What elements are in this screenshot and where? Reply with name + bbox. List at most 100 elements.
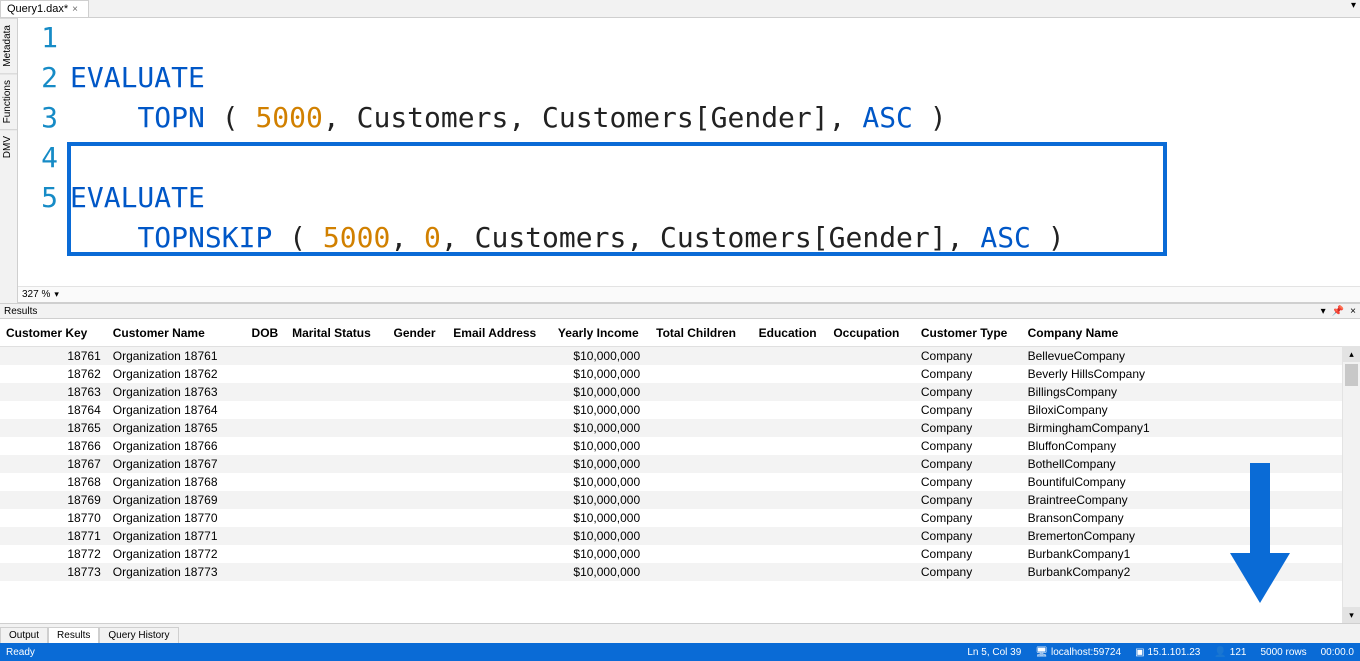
panel-dropdown-icon[interactable]: ▾ — [1321, 306, 1326, 317]
close-icon[interactable]: × — [72, 4, 78, 15]
sidetab-dmv[interactable]: DMV — [0, 129, 17, 164]
col-education[interactable]: Education — [753, 320, 828, 347]
number: 5000 — [323, 221, 390, 254]
file-tab[interactable]: Query1.dax* × — [0, 0, 89, 17]
cell-marital-status — [286, 509, 387, 527]
cell-total-children — [650, 563, 752, 581]
tab-output[interactable]: Output — [0, 627, 48, 643]
table-row[interactable]: 18770Organization 18770$10,000,000Compan… — [0, 509, 1342, 527]
vertical-scrollbar[interactable]: ▴ ▾ — [1342, 346, 1360, 623]
cell-customer-key: 18762 — [0, 365, 107, 383]
cell-total-children — [650, 437, 752, 455]
cell-gender — [388, 437, 448, 455]
status-time: 00:00.0 — [1321, 647, 1354, 658]
cell-company-name: Beverly HillsCompany — [1022, 365, 1342, 383]
scroll-down-icon[interactable]: ▾ — [1343, 607, 1360, 623]
table-row[interactable]: 18769Organization 18769$10,000,000Compan… — [0, 491, 1342, 509]
column-ref: Customers[Gender] — [542, 101, 829, 134]
cell-email — [447, 473, 552, 491]
panel-close-icon[interactable]: × — [1350, 306, 1356, 317]
cell-customer-key: 18761 — [0, 347, 107, 366]
table-row[interactable]: 18773Organization 18773$10,000,000Compan… — [0, 563, 1342, 581]
table-row[interactable]: 18763Organization 18763$10,000,000Compan… — [0, 383, 1342, 401]
code-area[interactable]: EVALUATE TOPN ( 5000, Customers, Custome… — [66, 18, 1360, 286]
cell-gender — [388, 509, 448, 527]
cell-occupation — [827, 491, 915, 509]
table-row[interactable]: 18765Organization 18765$10,000,000Compan… — [0, 419, 1342, 437]
cell-gender — [388, 401, 448, 419]
cell-education — [753, 545, 828, 563]
col-total-children[interactable]: Total Children — [650, 320, 752, 347]
table-ref: Customers — [475, 221, 627, 254]
file-tab-label: Query1.dax* — [7, 3, 68, 15]
col-marital-status[interactable]: Marital Status — [286, 320, 387, 347]
cell-email — [447, 491, 552, 509]
col-email[interactable]: Email Address — [447, 320, 552, 347]
tab-query-history[interactable]: Query History — [99, 627, 178, 643]
cell-marital-status — [286, 419, 387, 437]
tab-results[interactable]: Results — [48, 627, 99, 643]
table-row[interactable]: 18761Organization 18761$10,000,000Compan… — [0, 347, 1342, 366]
col-customer-type[interactable]: Customer Type — [915, 320, 1022, 347]
cell-marital-status — [286, 401, 387, 419]
cell-customer-type: Company — [915, 401, 1022, 419]
cell-yearly-income: $10,000,000 — [552, 473, 650, 491]
cell-education — [753, 527, 828, 545]
cell-email — [447, 347, 552, 366]
col-occupation[interactable]: Occupation — [827, 320, 915, 347]
scrollbar-thumb[interactable] — [1345, 364, 1358, 386]
table-row[interactable]: 18762Organization 18762$10,000,000Compan… — [0, 365, 1342, 383]
cell-total-children — [650, 347, 752, 366]
cell-yearly-income: $10,000,000 — [552, 509, 650, 527]
sidetab-metadata[interactable]: Metadata — [0, 18, 17, 73]
cell-company-name: BurbankCompany2 — [1022, 563, 1342, 581]
table-row[interactable]: 18764Organization 18764$10,000,000Compan… — [0, 401, 1342, 419]
zoom-level[interactable]: 327 % — [22, 289, 50, 300]
sidetab-functions[interactable]: Functions — [0, 73, 17, 129]
cell-yearly-income: $10,000,000 — [552, 455, 650, 473]
table-row[interactable]: 18767Organization 18767$10,000,000Compan… — [0, 455, 1342, 473]
table-row[interactable]: 18771Organization 18771$10,000,000Compan… — [0, 527, 1342, 545]
col-company-name[interactable]: Company Name — [1022, 320, 1342, 347]
col-customer-name[interactable]: Customer Name — [107, 320, 246, 347]
col-gender[interactable]: Gender — [388, 320, 448, 347]
table-row[interactable]: 18768Organization 18768$10,000,000Compan… — [0, 473, 1342, 491]
cell-yearly-income: $10,000,000 — [552, 437, 650, 455]
status-version: 15.1.101.23 — [1148, 647, 1201, 658]
cell-yearly-income: $10,000,000 — [552, 545, 650, 563]
cell-occupation — [827, 473, 915, 491]
cell-company-name: BiloxiCompany — [1022, 401, 1342, 419]
table-row[interactable]: 18766Organization 18766$10,000,000Compan… — [0, 437, 1342, 455]
cell-customer-type: Company — [915, 347, 1022, 366]
code-editor[interactable]: 1 2 3 4 5 EVALUATE TOPN ( 5000, Customer… — [18, 18, 1360, 286]
cell-yearly-income: $10,000,000 — [552, 563, 650, 581]
cell-company-name: BillingsCompany — [1022, 383, 1342, 401]
cell-occupation — [827, 419, 915, 437]
cell-dob — [246, 491, 287, 509]
cell-customer-type: Company — [915, 491, 1022, 509]
cell-total-children — [650, 383, 752, 401]
cell-marital-status — [286, 455, 387, 473]
cell-company-name: BransonCompany — [1022, 509, 1342, 527]
scroll-up-icon[interactable]: ▴ — [1343, 346, 1360, 362]
line-gutter: 1 2 3 4 5 — [18, 18, 66, 286]
cell-customer-type: Company — [915, 563, 1022, 581]
cell-customer-name: Organization 18763 — [107, 383, 246, 401]
col-dob[interactable]: DOB — [246, 320, 287, 347]
cell-yearly-income: $10,000,000 — [552, 491, 650, 509]
status-server: localhost:59724 — [1051, 647, 1121, 658]
tabs-dropdown-icon[interactable]: ▾ — [1351, 0, 1356, 11]
cell-education — [753, 473, 828, 491]
panel-pin-icon[interactable]: 📌 — [1332, 306, 1344, 317]
cell-company-name: BraintreeCompany — [1022, 491, 1342, 509]
col-yearly-income[interactable]: Yearly Income — [552, 320, 650, 347]
col-customer-key[interactable]: Customer Key — [0, 320, 107, 347]
zoom-dropdown-icon[interactable]: ▾ — [54, 289, 59, 300]
server-icon: 🖥 — [1035, 647, 1048, 658]
cell-gender — [388, 365, 448, 383]
cell-company-name: BluffonCompany — [1022, 437, 1342, 455]
cell-marital-status — [286, 365, 387, 383]
sort-order: ASC — [980, 221, 1031, 254]
function: TOPN — [137, 101, 204, 134]
table-row[interactable]: 18772Organization 18772$10,000,000Compan… — [0, 545, 1342, 563]
